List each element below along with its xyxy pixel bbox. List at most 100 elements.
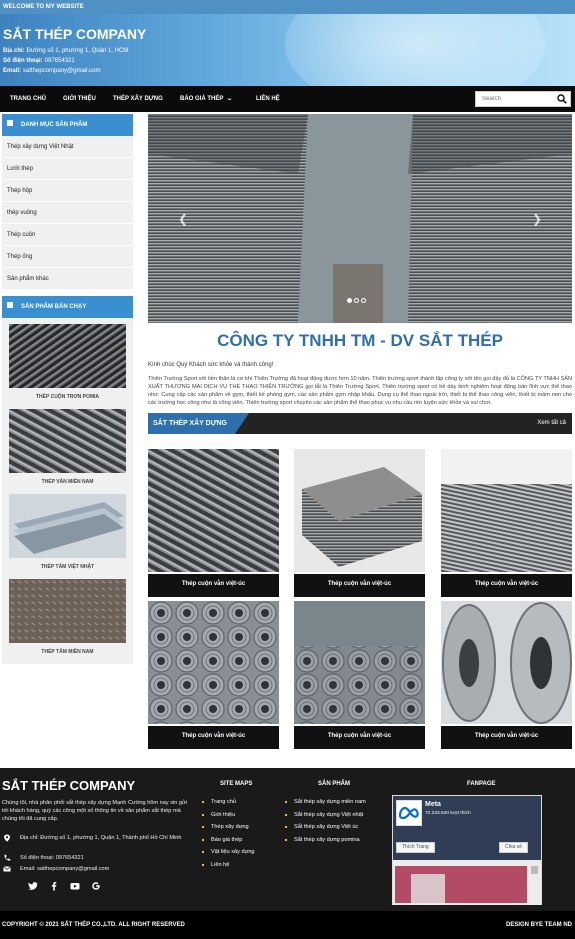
facebook-widget: Meta 72.233.840 lượt thích Thích Trang C… — [392, 795, 542, 905]
nav-price-list[interactable]: BÁO GIÁ THÉP ⌄ — [180, 86, 234, 112]
product-card[interactable]: Thép cuộn vằn việt-úc — [441, 601, 572, 749]
facebook-icon[interactable] — [49, 881, 59, 891]
bestseller-caption[interactable]: THÉP TẤM MIỀN NAM — [6, 649, 129, 655]
product-label[interactable]: Thép cuộn vằn việt-úc — [441, 726, 572, 749]
slider-prev-icon[interactable]: ❮ — [178, 212, 188, 226]
phone-icon — [4, 854, 11, 861]
product-image[interactable] — [148, 601, 279, 724]
design-credit: DESIGN BYE TEAM ND — [505, 922, 572, 928]
product-image[interactable] — [441, 449, 572, 572]
fb-post-image — [393, 860, 541, 905]
sitemap-list: Trang chủ Giới thiệu Thép xây dựng Báo g… — [201, 798, 281, 873]
product-card[interactable]: Thép cuộn vằn việt-úc — [294, 449, 425, 597]
bestseller-item[interactable]: THÉP VẰN MIỀN NAM — [6, 409, 129, 494]
product-image[interactable] — [9, 494, 126, 558]
footer-product-link[interactable]: Sắt thép xây dựng Việt nhật — [284, 811, 384, 819]
fb-share-button[interactable]: Chia sẻ — [499, 842, 528, 853]
sitemap-link[interactable]: Liên hệ — [201, 861, 281, 869]
bestseller-item[interactable]: THÉP TẤM VIỆT NHẬT — [6, 494, 129, 579]
footer-phone: Số điện thoại: 097654321 — [2, 854, 187, 862]
product-image[interactable] — [9, 324, 126, 388]
youtube-icon[interactable] — [70, 881, 80, 891]
product-image[interactable] — [294, 449, 425, 572]
product-label[interactable]: Thép cuộn vằn việt-úc — [294, 726, 425, 749]
product-image[interactable] — [148, 449, 279, 572]
greeting-text: Kính chúc Quý Khách sức khỏe và thành cô… — [148, 362, 274, 368]
header-email: Email: satthepcompany@gmail.com — [3, 68, 100, 74]
bestseller-list: THÉP CUỘN TRƠN POMIA THÉP VẰN MIỀN NAM T… — [2, 318, 133, 664]
product-label[interactable]: Thép cuộn vằn việt-úc — [441, 574, 572, 597]
bestseller-caption[interactable]: THÉP TẤM VIỆT NHẬT — [6, 564, 129, 570]
category-list: Thép xây dựng Việt Nhật Lưới thép Thép h… — [2, 136, 133, 290]
product-label[interactable]: Thép cuộn vằn việt-úc — [148, 726, 279, 749]
hero-slider: ❮ ❯ — [148, 114, 572, 323]
search-input[interactable] — [476, 92, 554, 106]
sitemap-link[interactable]: Báo giá thép — [201, 836, 281, 844]
copyright-text: COPYRIGHT © 2021 SẮT THÉP CO.,LTD. ALL R… — [2, 922, 185, 928]
copyright-bar: COPYRIGHT © 2021 SẮT THÉP CO.,LTD. ALL R… — [0, 911, 575, 939]
sitemap-link[interactable]: Giới thiệu — [201, 811, 281, 819]
search-icon[interactable] — [557, 94, 567, 104]
google-icon[interactable] — [91, 881, 101, 891]
sitemap-link[interactable]: Thép xây dựng — [201, 823, 281, 831]
nav-construction-steel[interactable]: THÉP XÂY DỰNG — [113, 86, 163, 112]
chevron-down-icon: ⌄ — [226, 96, 234, 102]
address-value: Đường số 1, phường 1, Quận 1, HCM — [26, 48, 129, 54]
fb-like-button[interactable]: Thích Trang — [396, 842, 435, 853]
categories-title: DANH MỤC SẢN PHẨM — [21, 122, 88, 128]
product-label[interactable]: Thép cuộn vằn việt-úc — [294, 574, 425, 597]
bestseller-caption[interactable]: THÉP VẰN MIỀN NAM — [6, 479, 129, 485]
mail-icon — [3, 866, 11, 872]
fb-page-name[interactable]: Meta — [425, 801, 441, 808]
category-item[interactable]: Lưới thép — [2, 158, 133, 180]
nav-contact[interactable]: LIÊN HỆ — [256, 86, 280, 112]
category-item[interactable]: Thép cuộn — [2, 224, 133, 246]
sitemap-title: SITE MAPS — [220, 781, 253, 787]
product-label[interactable]: Thép cuộn vằn việt-úc — [148, 574, 279, 597]
sitemap-link[interactable]: Vật liệu xây dựng — [201, 848, 281, 856]
product-image[interactable] — [9, 579, 126, 643]
slider-dot[interactable] — [347, 298, 352, 303]
footer-email-text[interactable]: Email: satthepcompany@gmail.com — [20, 865, 187, 873]
footer-product-link[interactable]: Sắt thép xây dựng miền nam — [284, 798, 384, 806]
category-item[interactable]: Thép ống — [2, 246, 133, 268]
footer-address-text: Địa chỉ: Đường số 1, phường 1, Quận 1, T… — [20, 835, 182, 841]
email-label: Email: — [3, 68, 22, 74]
category-item[interactable]: Sản phẩm khác — [2, 268, 133, 290]
category-item[interactable]: Thép hộp — [2, 180, 133, 202]
product-image[interactable] — [441, 601, 572, 724]
product-card[interactable]: Thép cuộn vằn việt-úc — [441, 449, 572, 597]
nav-about[interactable]: GIỚI THIỆU — [63, 86, 96, 112]
view-all-link[interactable]: Xem tất cả — [537, 413, 566, 434]
intro-paragraph: Thiên Trường Sport với tiền thân là cơ k… — [148, 376, 572, 406]
header-phone: Số điện thoại: 097654321 — [3, 58, 75, 64]
fb-post-preview[interactable] — [393, 860, 541, 905]
product-card[interactable]: Thép cuộn vằn việt-úc — [148, 449, 279, 597]
address-label: Địa chỉ: — [3, 48, 25, 54]
bestseller-item[interactable]: THÉP CUỘN TRƠN POMIA — [6, 324, 129, 409]
search-box — [475, 91, 571, 107]
category-item[interactable]: Thép xây dựng Việt Nhật — [2, 136, 133, 158]
product-image[interactable] — [294, 601, 425, 724]
nav-home[interactable]: TRANG CHỦ — [10, 86, 46, 112]
footer-product-link[interactable]: Sắt thép xây dựng Việt úc — [284, 823, 384, 831]
product-card[interactable]: Thép cuộn vằn việt-úc — [148, 601, 279, 749]
slider-dot[interactable] — [361, 298, 366, 303]
bestsellers-header: SẢN PHẨM BÁN CHẠY — [2, 296, 133, 318]
meta-logo-icon — [396, 800, 422, 826]
slider-next-icon[interactable]: ❯ — [532, 212, 542, 226]
phone-label: Số điện thoại: — [3, 58, 43, 64]
site-header: SẮT THÉP COMPANY Địa chỉ: Đường số 1, phư… — [0, 14, 575, 86]
bestseller-caption[interactable]: THÉP CUỘN TRƠN POMIA — [6, 394, 129, 400]
site-brand[interactable]: SẮT THÉP COMPANY — [3, 26, 146, 42]
email-value[interactable]: satthepcompany@gmail.com — [23, 68, 100, 74]
product-image[interactable] — [9, 409, 126, 473]
bestseller-item[interactable]: THÉP TẤM MIỀN NAM — [6, 579, 129, 664]
category-item[interactable]: thép vuông — [2, 202, 133, 224]
sitemap-link[interactable]: Trang chủ — [201, 798, 281, 806]
product-card[interactable]: Thép cuộn vằn việt-úc — [294, 601, 425, 749]
twitter-icon[interactable] — [28, 881, 38, 891]
slider-dot[interactable] — [354, 298, 359, 303]
fb-like-label: Thích Trang — [402, 844, 429, 850]
footer-product-link[interactable]: Sắt thép xây dựng pomina — [284, 836, 384, 844]
